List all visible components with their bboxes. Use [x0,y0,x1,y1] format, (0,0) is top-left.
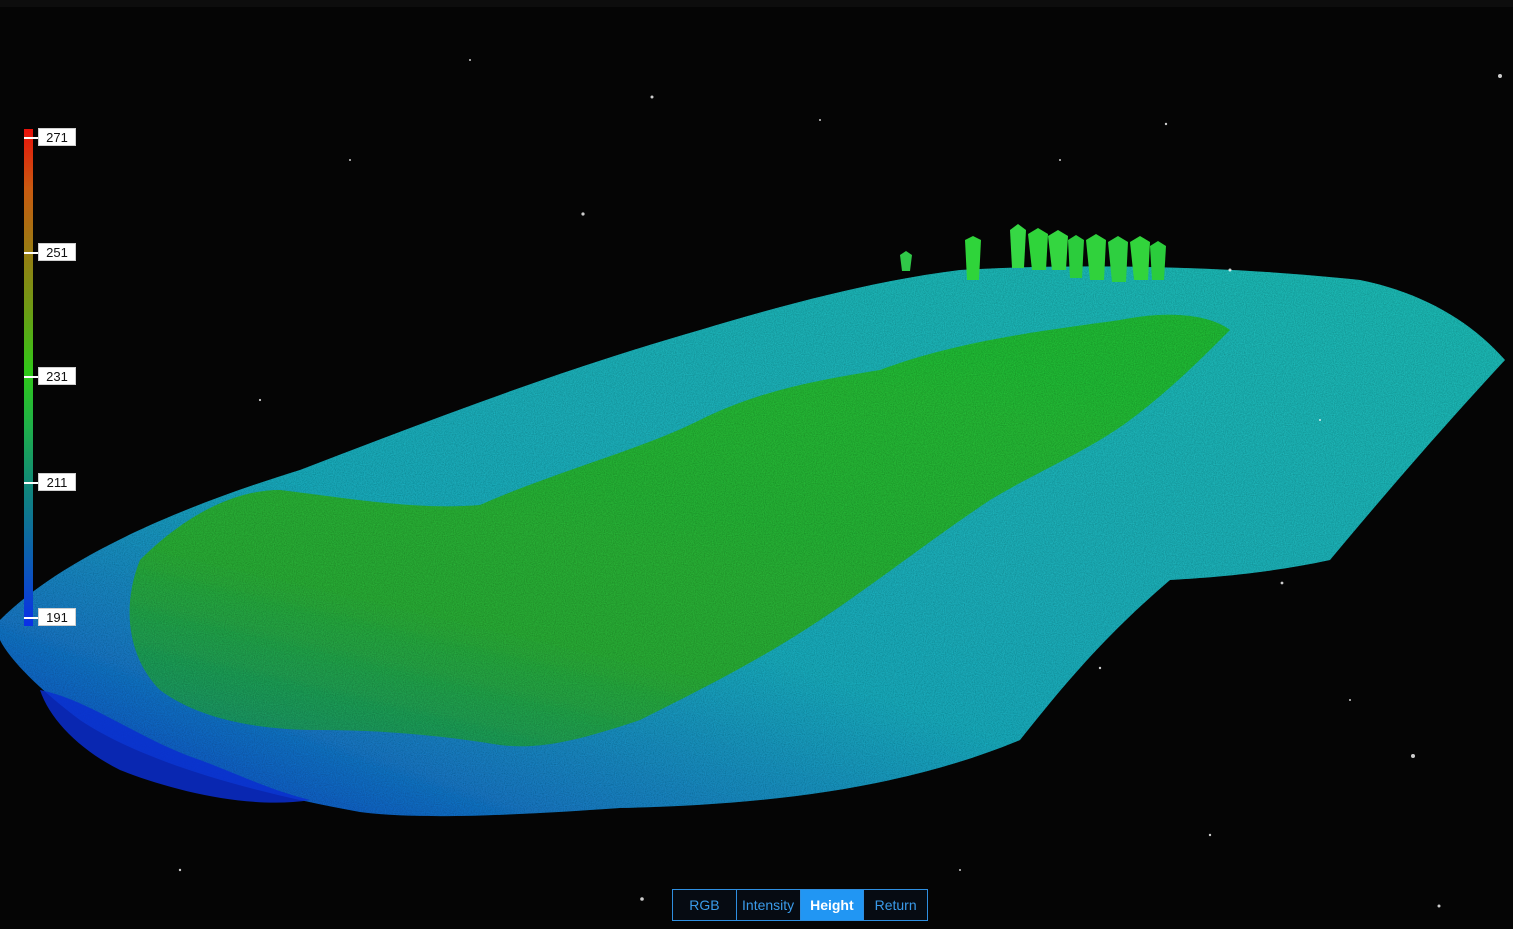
scale-label-max: 271 [38,128,76,146]
mode-return-button[interactable]: Return [864,890,927,920]
point-cloud-render [0,59,1505,908]
scale-label: 231 [38,367,76,385]
scale-label-min: 191 [38,608,76,626]
scale-tick [24,376,38,378]
scale-label: 251 [38,243,76,261]
scale-label: 211 [38,473,76,491]
mode-rgb-button[interactable]: RGB [673,890,737,920]
scale-tick [24,482,38,484]
scale-tick [24,137,38,139]
scale-tick [24,252,38,254]
color-mode-switcher: RGB Intensity Height Return [672,889,928,921]
scale-tick [24,617,38,619]
mode-height-button[interactable]: Height [800,890,865,920]
point-cloud-viewport[interactable] [0,0,1513,929]
mode-intensity-button[interactable]: Intensity [737,890,801,920]
